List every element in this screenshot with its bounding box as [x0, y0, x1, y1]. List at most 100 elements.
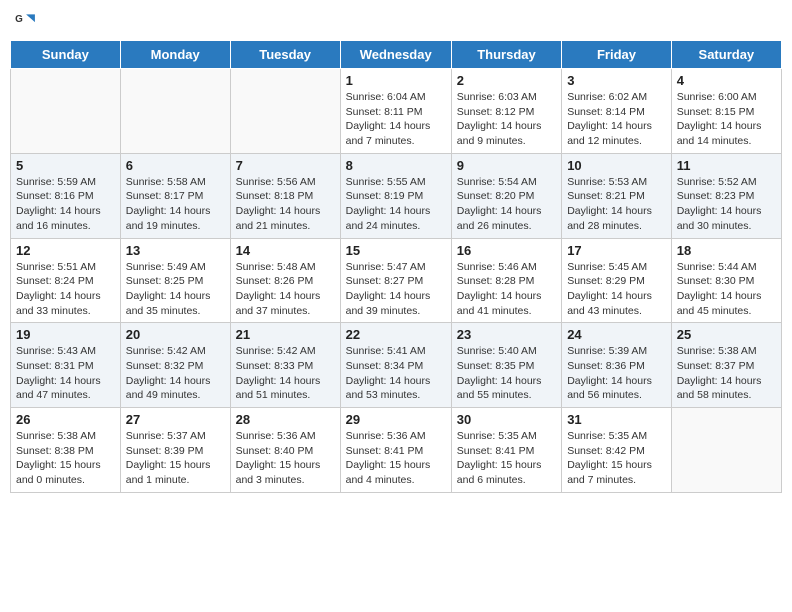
- weekday-header-sunday: Sunday: [11, 41, 121, 69]
- day-number: 7: [236, 158, 335, 173]
- calendar-cell: 11 Sunrise: 5:52 AM Sunset: 8:23 PM Dayli…: [671, 153, 781, 238]
- day-number: 14: [236, 243, 335, 258]
- calendar-cell: 31 Sunrise: 5:35 AM Sunset: 8:42 PM Dayli…: [562, 408, 672, 493]
- day-info: Sunrise: 5:54 AM Sunset: 8:20 PM Dayligh…: [457, 175, 556, 234]
- day-info: Sunrise: 5:49 AM Sunset: 8:25 PM Dayligh…: [126, 260, 225, 319]
- day-number: 5: [16, 158, 115, 173]
- day-info: Sunrise: 6:04 AM Sunset: 8:11 PM Dayligh…: [346, 90, 446, 149]
- day-info: Sunrise: 5:52 AM Sunset: 8:23 PM Dayligh…: [677, 175, 776, 234]
- day-number: 9: [457, 158, 556, 173]
- calendar-cell: [11, 69, 121, 154]
- weekday-header-thursday: Thursday: [451, 41, 561, 69]
- day-number: 11: [677, 158, 776, 173]
- calendar-cell: 29 Sunrise: 5:36 AM Sunset: 8:41 PM Dayli…: [340, 408, 451, 493]
- logo-icon: G: [14, 10, 36, 32]
- calendar-cell: 26 Sunrise: 5:38 AM Sunset: 8:38 PM Dayli…: [11, 408, 121, 493]
- day-info: Sunrise: 5:56 AM Sunset: 8:18 PM Dayligh…: [236, 175, 335, 234]
- day-info: Sunrise: 5:42 AM Sunset: 8:32 PM Dayligh…: [126, 344, 225, 403]
- calendar-cell: 8 Sunrise: 5:55 AM Sunset: 8:19 PM Daylig…: [340, 153, 451, 238]
- day-info: Sunrise: 5:35 AM Sunset: 8:42 PM Dayligh…: [567, 429, 666, 488]
- calendar-week-1: 1 Sunrise: 6:04 AM Sunset: 8:11 PM Daylig…: [11, 69, 782, 154]
- day-info: Sunrise: 5:35 AM Sunset: 8:41 PM Dayligh…: [457, 429, 556, 488]
- day-info: Sunrise: 6:03 AM Sunset: 8:12 PM Dayligh…: [457, 90, 556, 149]
- calendar-cell: 6Sunrise: 5:58 AM Sunset: 8:17 PM Daylig…: [120, 153, 230, 238]
- day-info: Sunrise: 5:41 AM Sunset: 8:34 PM Dayligh…: [346, 344, 446, 403]
- day-number: 18: [677, 243, 776, 258]
- calendar-cell: 4Sunrise: 6:00 AM Sunset: 8:15 PM Daylig…: [671, 69, 781, 154]
- calendar-week-3: 12 Sunrise: 5:51 AM Sunset: 8:24 PM Dayli…: [11, 238, 782, 323]
- calendar-cell: 23Sunrise: 5:40 AM Sunset: 8:35 PM Dayli…: [451, 323, 561, 408]
- day-number: 29: [346, 412, 446, 427]
- day-number: 25: [677, 327, 776, 342]
- calendar-table: SundayMondayTuesdayWednesdayThursdayFrid…: [10, 40, 782, 493]
- day-number: 8: [346, 158, 446, 173]
- day-info: Sunrise: 5:59 AM Sunset: 8:16 PM Dayligh…: [16, 175, 115, 234]
- calendar-body: 1 Sunrise: 6:04 AM Sunset: 8:11 PM Daylig…: [11, 69, 782, 493]
- calendar-cell: 19 Sunrise: 5:43 AM Sunset: 8:31 PM Dayli…: [11, 323, 121, 408]
- calendar-cell: 24Sunrise: 5:39 AM Sunset: 8:36 PM Dayli…: [562, 323, 672, 408]
- day-number: 28: [236, 412, 335, 427]
- calendar-cell: 2 Sunrise: 6:03 AM Sunset: 8:12 PM Daylig…: [451, 69, 561, 154]
- day-info: Sunrise: 5:58 AM Sunset: 8:17 PM Dayligh…: [126, 175, 225, 234]
- calendar-cell: 25 Sunrise: 5:38 AM Sunset: 8:37 PM Dayli…: [671, 323, 781, 408]
- calendar-cell: 18 Sunrise: 5:44 AM Sunset: 8:30 PM Dayli…: [671, 238, 781, 323]
- day-number: 15: [346, 243, 446, 258]
- calendar-week-2: 5 Sunrise: 5:59 AM Sunset: 8:16 PM Daylig…: [11, 153, 782, 238]
- calendar-cell: 13Sunrise: 5:49 AM Sunset: 8:25 PM Dayli…: [120, 238, 230, 323]
- day-number: 19: [16, 327, 115, 342]
- day-number: 12: [16, 243, 115, 258]
- day-info: Sunrise: 5:38 AM Sunset: 8:38 PM Dayligh…: [16, 429, 115, 488]
- day-info: Sunrise: 5:36 AM Sunset: 8:40 PM Dayligh…: [236, 429, 335, 488]
- weekday-header-monday: Monday: [120, 41, 230, 69]
- day-info: Sunrise: 5:45 AM Sunset: 8:29 PM Dayligh…: [567, 260, 666, 319]
- calendar-week-4: 19 Sunrise: 5:43 AM Sunset: 8:31 PM Dayli…: [11, 323, 782, 408]
- day-info: Sunrise: 5:44 AM Sunset: 8:30 PM Dayligh…: [677, 260, 776, 319]
- day-number: 2: [457, 73, 556, 88]
- calendar-header: SundayMondayTuesdayWednesdayThursdayFrid…: [11, 41, 782, 69]
- day-number: 20: [126, 327, 225, 342]
- weekday-header-wednesday: Wednesday: [340, 41, 451, 69]
- day-number: 10: [567, 158, 666, 173]
- weekday-header-tuesday: Tuesday: [230, 41, 340, 69]
- calendar-cell: 28 Sunrise: 5:36 AM Sunset: 8:40 PM Dayli…: [230, 408, 340, 493]
- day-info: Sunrise: 6:02 AM Sunset: 8:14 PM Dayligh…: [567, 90, 666, 149]
- day-info: Sunrise: 5:38 AM Sunset: 8:37 PM Dayligh…: [677, 344, 776, 403]
- logo: G: [14, 10, 38, 32]
- weekday-header-saturday: Saturday: [671, 41, 781, 69]
- calendar-cell: 22 Sunrise: 5:41 AM Sunset: 8:34 PM Dayli…: [340, 323, 451, 408]
- calendar-cell: 16 Sunrise: 5:46 AM Sunset: 8:28 PM Dayli…: [451, 238, 561, 323]
- day-number: 30: [457, 412, 556, 427]
- day-info: Sunrise: 5:40 AM Sunset: 8:35 PM Dayligh…: [457, 344, 556, 403]
- calendar-cell: 7 Sunrise: 5:56 AM Sunset: 8:18 PM Daylig…: [230, 153, 340, 238]
- calendar-cell: [230, 69, 340, 154]
- page-header: G: [10, 10, 782, 32]
- day-info: Sunrise: 5:39 AM Sunset: 8:36 PM Dayligh…: [567, 344, 666, 403]
- day-number: 31: [567, 412, 666, 427]
- day-info: Sunrise: 5:51 AM Sunset: 8:24 PM Dayligh…: [16, 260, 115, 319]
- calendar-cell: 12 Sunrise: 5:51 AM Sunset: 8:24 PM Dayli…: [11, 238, 121, 323]
- calendar-cell: [671, 408, 781, 493]
- day-info: Sunrise: 5:48 AM Sunset: 8:26 PM Dayligh…: [236, 260, 335, 319]
- day-info: Sunrise: 5:42 AM Sunset: 8:33 PM Dayligh…: [236, 344, 335, 403]
- calendar-cell: 9 Sunrise: 5:54 AM Sunset: 8:20 PM Daylig…: [451, 153, 561, 238]
- calendar-cell: [120, 69, 230, 154]
- day-number: 4: [677, 73, 776, 88]
- day-info: Sunrise: 5:55 AM Sunset: 8:19 PM Dayligh…: [346, 175, 446, 234]
- day-number: 26: [16, 412, 115, 427]
- day-info: Sunrise: 5:37 AM Sunset: 8:39 PM Dayligh…: [126, 429, 225, 488]
- calendar-cell: 17Sunrise: 5:45 AM Sunset: 8:29 PM Dayli…: [562, 238, 672, 323]
- day-number: 27: [126, 412, 225, 427]
- calendar-cell: 14 Sunrise: 5:48 AM Sunset: 8:26 PM Dayli…: [230, 238, 340, 323]
- day-info: Sunrise: 5:36 AM Sunset: 8:41 PM Dayligh…: [346, 429, 446, 488]
- calendar-cell: 5 Sunrise: 5:59 AM Sunset: 8:16 PM Daylig…: [11, 153, 121, 238]
- day-info: Sunrise: 5:46 AM Sunset: 8:28 PM Dayligh…: [457, 260, 556, 319]
- calendar-week-5: 26 Sunrise: 5:38 AM Sunset: 8:38 PM Dayli…: [11, 408, 782, 493]
- weekday-header-friday: Friday: [562, 41, 672, 69]
- day-number: 16: [457, 243, 556, 258]
- svg-text:G: G: [15, 14, 23, 25]
- calendar-cell: 21Sunrise: 5:42 AM Sunset: 8:33 PM Dayli…: [230, 323, 340, 408]
- day-number: 1: [346, 73, 446, 88]
- day-info: Sunrise: 5:43 AM Sunset: 8:31 PM Dayligh…: [16, 344, 115, 403]
- day-number: 22: [346, 327, 446, 342]
- weekday-header-row: SundayMondayTuesdayWednesdayThursdayFrid…: [11, 41, 782, 69]
